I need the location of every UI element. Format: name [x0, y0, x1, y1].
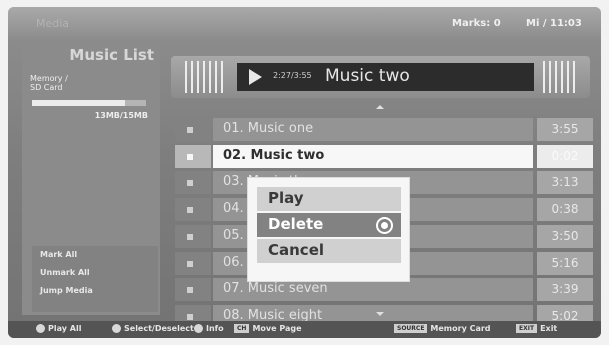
mark-all-button[interactable]: Mark All: [32, 246, 158, 264]
track-duration: 3:55: [537, 118, 593, 141]
hint-info-label: Info: [206, 324, 224, 333]
unmark-all-button[interactable]: Unmark All: [32, 264, 158, 282]
mark-indicator-icon: [187, 127, 193, 133]
track-name: 01. Music one: [223, 121, 314, 136]
track-checkbox[interactable]: [175, 198, 211, 221]
sidebar-action-list: Mark All Unmark All Jump Media: [32, 246, 158, 312]
music-list-screen: Media Marks: 0 Mi / 11:03 Music List Mem…: [8, 7, 601, 338]
hint-info: Info: [194, 324, 224, 333]
track-row[interactable]: 02. Music two 0:02: [175, 145, 593, 168]
bottom-help-bar: Play All Select/Deselect Info CH Move Pag…: [8, 321, 601, 338]
now-playing-bar: 2:27/3:55 Music two: [171, 56, 590, 98]
marks-count: Marks: 0: [452, 18, 501, 29]
track-name-cell: 01. Music one: [213, 118, 533, 141]
sidebar: Music List Memory / SD Card 13MB/15MB Ma…: [22, 42, 160, 315]
track-checkbox[interactable]: [175, 145, 211, 168]
hint-select-deselect: Select/Deselect: [112, 324, 194, 333]
exit-button-icon: EXIT: [516, 324, 538, 333]
hint-exit-label: Exit: [540, 324, 558, 333]
popup-item-delete[interactable]: Delete: [257, 213, 401, 237]
track-name-cell: 02. Music two: [213, 145, 533, 168]
equalizer-left-icon: [181, 61, 229, 93]
track-duration: 3:39: [537, 278, 593, 301]
top-bar: Media Marks: 0 Mi / 11:03: [8, 7, 601, 42]
mark-indicator-icon: [187, 207, 193, 213]
memory-usage-bar: [32, 100, 146, 106]
popup-item-label: Delete: [268, 215, 324, 233]
track-name: 07. Music seven: [223, 281, 328, 296]
track-options-popup: Play Delete Cancel: [247, 177, 410, 282]
hint-move-page: CH Move Page: [234, 324, 302, 333]
track-duration: 5:16: [537, 252, 593, 275]
equalizer-right-icon: [539, 61, 583, 93]
track-checkbox[interactable]: [175, 252, 211, 275]
channel-button-icon: CH: [234, 324, 250, 333]
mark-indicator-icon: [187, 180, 193, 186]
mark-indicator-icon: [187, 314, 193, 320]
scroll-up-icon[interactable]: [376, 105, 384, 109]
now-playing-track-box: 2:27/3:55 Music two: [237, 63, 534, 91]
mark-indicator-icon: [187, 261, 193, 267]
hint-memory-card-label: Memory Card: [430, 324, 491, 333]
mark-indicator-icon: [187, 287, 193, 293]
jump-media-button[interactable]: Jump Media: [32, 282, 158, 300]
track-checkbox[interactable]: [175, 225, 211, 248]
memory-usage-fill: [32, 100, 126, 106]
clock: Mi / 11:03: [526, 18, 582, 29]
info-button-icon: [194, 324, 203, 333]
memory-usage-count: 13MB/15MB: [94, 111, 148, 120]
selected-radio-icon: [376, 217, 393, 234]
hint-memory-card: SOURCE Memory Card: [394, 324, 491, 333]
track-checkbox[interactable]: [175, 171, 211, 194]
source-button-icon: SOURCE: [394, 324, 428, 333]
track-row[interactable]: 01. Music one 3:55: [175, 118, 593, 141]
hint-select-label: Select/Deselect: [124, 324, 194, 333]
track-duration: 0:02: [537, 145, 593, 168]
popup-item-label: Play: [268, 189, 304, 207]
track-name: 02. Music two: [223, 148, 325, 163]
playback-time: 2:27/3:55: [273, 71, 312, 80]
play-button-icon: [36, 324, 45, 333]
track-duration: 3:13: [537, 171, 593, 194]
play-icon: [249, 69, 262, 85]
track-checkbox[interactable]: [175, 278, 211, 301]
track-checkbox[interactable]: [175, 118, 211, 141]
hint-play-all: Play All: [36, 324, 81, 333]
hint-exit: EXIT Exit: [516, 324, 557, 333]
popup-item-cancel[interactable]: Cancel: [257, 239, 401, 263]
track-duration: 0:38: [537, 198, 593, 221]
mark-indicator-icon: [187, 234, 193, 240]
screen-source-label: Media: [36, 17, 70, 30]
sidebar-title: Music List: [69, 46, 154, 64]
enter-button-icon: [112, 324, 121, 333]
popup-item-play[interactable]: Play: [257, 187, 401, 211]
popup-item-label: Cancel: [268, 241, 325, 259]
scroll-down-icon[interactable]: [376, 312, 384, 316]
mark-indicator-icon: [187, 154, 193, 160]
hint-play-all-label: Play All: [48, 324, 82, 333]
hint-move-page-label: Move Page: [252, 324, 302, 333]
now-playing-title: Music two: [325, 66, 410, 86]
memory-label: Memory / SD Card: [30, 74, 68, 92]
track-duration: 3:50: [537, 225, 593, 248]
